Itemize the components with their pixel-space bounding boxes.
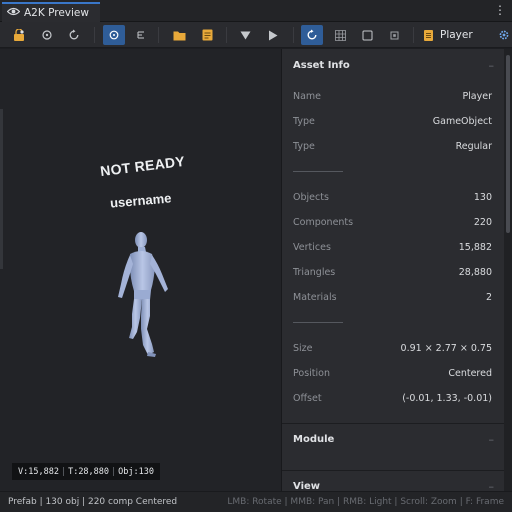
row-key: Materials <box>293 291 337 303</box>
info-row: Type Regular <box>293 139 492 153</box>
reset-icon[interactable] <box>63 25 85 45</box>
view-header[interactable]: View – <box>282 471 504 492</box>
asset-info-title: Asset Info <box>293 59 350 71</box>
player-label: Player <box>440 29 473 41</box>
triangles-stat: T:28,880 <box>68 466 110 477</box>
tab-title: A2K Preview <box>24 7 89 19</box>
tab-a2k-preview[interactable]: A2K Preview <box>2 2 100 22</box>
eye-icon <box>6 7 21 19</box>
row-value: Regular <box>455 140 492 152</box>
rotate-icon[interactable] <box>301 25 323 45</box>
document-icon <box>424 29 433 41</box>
row-key: Type <box>293 140 315 152</box>
row-key: Triangles <box>293 266 336 278</box>
count-row: Components 220 <box>293 215 492 229</box>
row-value: GameObject <box>432 115 492 127</box>
divider <box>293 171 343 172</box>
transform-row: Size 0.91 × 2.77 × 0.75 <box>293 341 492 355</box>
controls-hint: LMB: Rotate | MMB: Pan | RMB: Light | Sc… <box>227 497 504 507</box>
row-value: Player <box>462 90 492 102</box>
module-header[interactable]: Module – <box>282 424 504 454</box>
row-value: (-0.01, 1.33, -0.01) <box>402 392 492 404</box>
viewport-stats: V:15,882 | T:28,880 | Obj:130 <box>12 463 160 480</box>
toolbar: Player <box>0 22 512 48</box>
view-title: View <box>293 480 321 492</box>
play-icon[interactable] <box>262 25 284 45</box>
orbit-icon[interactable] <box>36 25 58 45</box>
info-row: Type GameObject <box>293 114 492 128</box>
file-icon[interactable] <box>196 25 218 45</box>
settings-icon[interactable] <box>496 25 512 45</box>
row-value: 0.91 × 2.77 × 0.75 <box>400 342 492 354</box>
count-row: Materials 2 <box>293 290 492 304</box>
row-value: 130 <box>473 191 492 203</box>
frame-icon[interactable] <box>130 25 152 45</box>
dropdown-icon[interactable] <box>234 25 256 45</box>
collapse-icon[interactable]: – <box>489 433 495 446</box>
status-left: Prefab | 130 obj | 220 comp Centered <box>8 497 178 507</box>
row-key: Components <box>293 216 354 228</box>
status-bar: Prefab | 130 obj | 220 comp Centered LMB… <box>0 491 512 512</box>
row-key: Name <box>293 90 322 102</box>
info-row: Name Player <box>293 89 492 103</box>
player-selector[interactable]: Player <box>424 25 492 45</box>
row-key: Objects <box>293 191 329 203</box>
count-row: Vertices 15,882 <box>293 240 492 254</box>
more-vert-icon[interactable]: ⋮ <box>494 3 506 17</box>
transform-row: Offset (-0.01, 1.33, -0.01) <box>293 391 492 405</box>
objects-stat: Obj:130 <box>118 466 154 477</box>
inspector-panel: Asset Info – Name Player Type GameObject… <box>281 49 504 491</box>
module-title: Module <box>293 433 335 445</box>
panel-scrollbar[interactable] <box>504 49 512 491</box>
row-key: Position <box>293 367 330 379</box>
row-key: Offset <box>293 392 322 404</box>
pivot-icon[interactable] <box>103 25 125 45</box>
viewport-scrollbar[interactable] <box>0 109 3 269</box>
grid-icon[interactable] <box>329 25 351 45</box>
row-key: Size <box>293 342 313 354</box>
transform-row: Position Centered <box>293 366 492 380</box>
row-value: 28,880 <box>458 266 492 278</box>
tab-bar: A2K Preview ⋮ <box>0 0 512 22</box>
row-value: Centered <box>448 367 492 379</box>
row-value: 2 <box>485 291 492 303</box>
lock-icon[interactable] <box>8 25 30 45</box>
wire-icon[interactable] <box>383 25 405 45</box>
box-icon[interactable] <box>356 25 378 45</box>
count-row: Triangles 28,880 <box>293 265 492 279</box>
vertices-stat: V:15,882 <box>18 466 59 477</box>
collapse-icon[interactable]: – <box>489 59 495 72</box>
asset-info-header[interactable]: Asset Info – <box>282 50 504 80</box>
folder-icon[interactable] <box>168 25 190 45</box>
scrollbar-thumb[interactable] <box>506 55 510 233</box>
row-key: Vertices <box>293 241 331 253</box>
collapse-icon[interactable]: – <box>489 480 495 492</box>
count-row: Objects 130 <box>293 190 492 204</box>
row-key: Type <box>293 115 315 127</box>
divider <box>293 322 343 323</box>
row-value: 15,882 <box>458 241 492 253</box>
player-model[interactable] <box>108 228 178 363</box>
row-value: 220 <box>473 216 492 228</box>
